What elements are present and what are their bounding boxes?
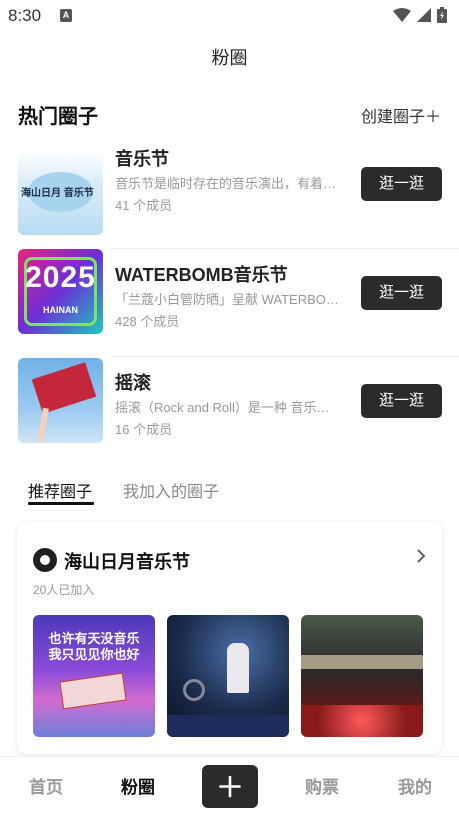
circle-member-count: 41 个成员 bbox=[115, 198, 173, 213]
visit-button[interactable]: 逛一逛 bbox=[361, 167, 442, 201]
add-post-button[interactable] bbox=[202, 765, 258, 808]
circle-name: 音乐节 bbox=[115, 149, 169, 169]
thumb-year: 2025 bbox=[25, 261, 96, 294]
circle-row-waterbomb[interactable]: 2025 HAINAN WATERBOMB音乐节 「兰蔻小白管防晒」呈献 WAT… bbox=[18, 249, 459, 357]
circle-description: 摇滚（Rock and Roll）是一种 音乐… bbox=[115, 400, 330, 415]
circle-logo-icon bbox=[33, 548, 57, 572]
recommended-circle-card[interactable]: 海山日月音乐节 20人已加入 也许有天没音乐 我只见见你也好 bbox=[17, 522, 442, 754]
joined-count: 20人已加入 bbox=[33, 583, 95, 597]
circle-thumbnail: 海山日月 音乐节 bbox=[18, 150, 103, 235]
circle-thumbnail bbox=[18, 358, 103, 443]
circle-name: WATERBOMB音乐节 bbox=[115, 265, 288, 285]
circle-description: 音乐节是临时存在的音乐演出，有着… bbox=[115, 176, 337, 191]
signal-icon bbox=[417, 8, 431, 22]
visit-button[interactable]: 逛一逛 bbox=[361, 384, 442, 418]
circle-photo[interactable]: 也许有天没音乐 我只见见你也好 bbox=[33, 615, 155, 737]
battery-icon bbox=[437, 7, 447, 23]
circle-photo[interactable] bbox=[167, 615, 289, 737]
circle-row-rock[interactable]: 摇滚 摇滚（Rock and Roll）是一种 音乐… 16 个成员 逛一逛 bbox=[18, 357, 459, 465]
hot-circles-header: 热门圈子 创建圈子＋ bbox=[18, 100, 441, 128]
circle-thumbnail: 2025 HAINAN bbox=[18, 249, 103, 334]
nav-mine[interactable]: 我的 bbox=[385, 773, 445, 798]
visit-button[interactable]: 逛一逛 bbox=[361, 276, 442, 310]
circle-member-count: 428 个成员 bbox=[115, 314, 180, 329]
nav-fan-circle[interactable]: 粉圈 bbox=[108, 773, 168, 798]
thumb-text: 海山日月 音乐节 bbox=[21, 188, 94, 199]
photo-caption-line2: 我只见见你也好 bbox=[48, 647, 140, 662]
circle-member-count: 16 个成员 bbox=[115, 422, 173, 437]
circle-description: 「兰蔻小白管防晒」呈献 WATERBO… bbox=[115, 292, 339, 307]
circle-row-music-festival[interactable]: 海山日月 音乐节 音乐节 音乐节是临时存在的音乐演出，有着… 41 个成员 逛一… bbox=[18, 141, 459, 249]
status-icons bbox=[393, 7, 447, 23]
nav-home[interactable]: 首页 bbox=[16, 773, 76, 798]
circle-name: 摇滚 bbox=[115, 373, 151, 393]
tab-underline bbox=[28, 502, 94, 505]
create-circle-button[interactable]: 创建圈子＋ bbox=[361, 103, 441, 127]
circle-photo[interactable] bbox=[301, 615, 423, 737]
chevron-right-icon[interactable] bbox=[416, 548, 426, 564]
tab-recommended[interactable]: 推荐圈子 bbox=[28, 478, 92, 502]
bottom-navigation: 首页 粉圈 购票 我的 bbox=[0, 756, 459, 816]
notification-icon: A bbox=[60, 9, 72, 22]
hot-circles-title: 热门圈子 bbox=[18, 106, 98, 128]
status-bar: 8:30 A bbox=[0, 0, 459, 32]
wifi-icon bbox=[393, 8, 411, 22]
plus-icon bbox=[219, 775, 241, 798]
tab-joined[interactable]: 我加入的圈子 bbox=[123, 478, 219, 502]
page-title: 粉圈 bbox=[211, 48, 248, 68]
nav-tickets[interactable]: 购票 bbox=[292, 773, 352, 798]
status-time: 8:30 bbox=[8, 6, 42, 25]
recommended-circle-title: 海山日月音乐节 bbox=[64, 552, 190, 572]
thumb-place: HAINAN bbox=[43, 305, 78, 315]
